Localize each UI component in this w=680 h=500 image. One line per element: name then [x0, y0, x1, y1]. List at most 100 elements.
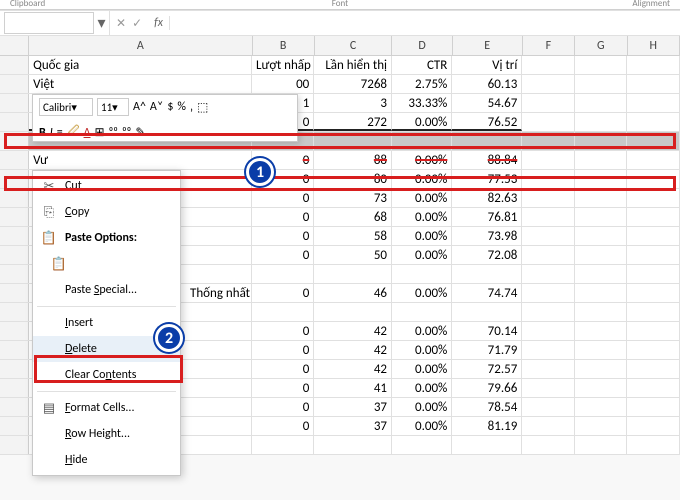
cell[interactable] [392, 303, 452, 321]
cell[interactable]: 42 [314, 341, 392, 359]
confirm-formula-icon[interactable]: ✓ [132, 16, 142, 31]
col-header-E[interactable]: E [453, 36, 523, 55]
cell[interactable] [627, 113, 680, 131]
cell[interactable] [627, 341, 680, 359]
cell[interactable] [575, 189, 628, 207]
row-header[interactable] [0, 360, 29, 378]
cell[interactable]: 76.81 [452, 208, 522, 226]
cell[interactable]: 46 [314, 284, 392, 302]
italic-icon[interactable]: I [50, 126, 53, 140]
cell[interactable]: 54.67 [452, 94, 522, 112]
bold-icon[interactable]: B [39, 126, 46, 140]
cell[interactable]: 0.00% [392, 284, 452, 302]
cell[interactable]: Quốc gia [29, 56, 252, 74]
cell[interactable] [627, 246, 680, 264]
cell[interactable] [522, 189, 575, 207]
cell[interactable] [522, 360, 575, 378]
cell[interactable] [627, 208, 680, 226]
cell[interactable]: 73.98 [452, 227, 522, 245]
cell[interactable]: 68 [314, 208, 392, 226]
cell[interactable]: 37 [314, 398, 392, 416]
cell[interactable]: CTR [392, 56, 452, 74]
cell[interactable] [522, 151, 575, 169]
cell[interactable] [575, 170, 628, 188]
cell[interactable] [522, 341, 575, 359]
cell[interactable]: 0 [252, 398, 314, 416]
cell[interactable] [627, 75, 680, 93]
cell[interactable] [252, 265, 314, 283]
cell[interactable]: 0.00% [392, 151, 452, 169]
col-header-B[interactable]: B [253, 36, 315, 55]
row-header[interactable] [0, 151, 29, 169]
cell[interactable] [575, 227, 628, 245]
cell[interactable]: 79.66 [452, 379, 522, 397]
cell[interactable] [575, 284, 628, 302]
cell[interactable] [627, 303, 680, 321]
cell[interactable]: 0.00% [392, 322, 452, 340]
cell[interactable] [522, 436, 575, 454]
cell[interactable]: 37 [314, 417, 392, 435]
cell[interactable]: 0.00% [392, 398, 452, 416]
shrink-font-icon[interactable]: A˅ [150, 100, 163, 114]
font-color-icon[interactable]: A [84, 126, 91, 140]
cell[interactable] [575, 132, 628, 150]
ctx-hide[interactable]: Hide [33, 447, 180, 473]
cell[interactable] [575, 94, 628, 112]
cell[interactable] [522, 113, 575, 131]
cell[interactable] [627, 284, 680, 302]
cell[interactable]: 0 [252, 227, 314, 245]
cell[interactable] [627, 151, 680, 169]
cell[interactable] [392, 132, 452, 150]
cell[interactable]: 0 [252, 189, 314, 207]
cell[interactable] [575, 246, 628, 264]
cell[interactable] [627, 360, 680, 378]
cell[interactable]: 58 [314, 227, 392, 245]
cell[interactable]: Lượt nhấp [252, 56, 314, 74]
row-header[interactable] [0, 75, 29, 93]
cell[interactable] [575, 322, 628, 340]
cell[interactable] [452, 132, 522, 150]
cell[interactable]: 42 [314, 360, 392, 378]
cell[interactable] [627, 265, 680, 283]
format-painter-icon[interactable]: ✎ [135, 125, 145, 140]
cell[interactable] [314, 436, 392, 454]
cell[interactable] [627, 322, 680, 340]
cell[interactable] [522, 303, 575, 321]
cell[interactable] [627, 189, 680, 207]
row-header[interactable] [0, 94, 29, 112]
cell[interactable] [522, 284, 575, 302]
row-header[interactable] [0, 132, 29, 150]
cell[interactable]: 0.00% [392, 170, 452, 188]
cell[interactable]: 0 [252, 246, 314, 264]
col-header-C[interactable]: C [315, 36, 393, 55]
cell[interactable] [627, 94, 680, 112]
ctx-row-height[interactable]: Row Height... [33, 421, 180, 447]
cell[interactable]: 0.00% [392, 379, 452, 397]
cell[interactable] [522, 75, 575, 93]
cell[interactable]: 60.13 [452, 75, 522, 93]
cell[interactable] [252, 303, 314, 321]
fill-color-icon[interactable]: 🖉 [67, 122, 80, 143]
decrease-decimal-icon[interactable]: ⁰⁰ [122, 126, 131, 140]
cell[interactable] [392, 436, 452, 454]
row-header[interactable] [0, 379, 29, 397]
row-header[interactable] [0, 322, 29, 340]
cell[interactable] [522, 94, 575, 112]
cancel-formula-icon[interactable]: ✕ [116, 16, 126, 31]
col-header-G[interactable]: G [575, 36, 627, 55]
row-header[interactable] [0, 56, 29, 74]
cell[interactable]: 70.14 [452, 322, 522, 340]
cell[interactable]: 71.79 [452, 341, 522, 359]
cell[interactable] [252, 436, 314, 454]
cell[interactable]: 272 [314, 113, 392, 131]
cell[interactable]: 0 [252, 417, 314, 435]
row-header[interactable] [0, 170, 29, 188]
cell[interactable]: 0.00% [392, 417, 452, 435]
col-header-A[interactable]: A [29, 36, 252, 55]
cell[interactable] [314, 132, 392, 150]
cell[interactable]: 0.00% [392, 208, 452, 226]
cell[interactable] [522, 246, 575, 264]
cell[interactable] [575, 436, 628, 454]
ctx-copy[interactable]: ⎘ Copy [33, 199, 180, 225]
cell[interactable]: Vư [29, 151, 252, 169]
